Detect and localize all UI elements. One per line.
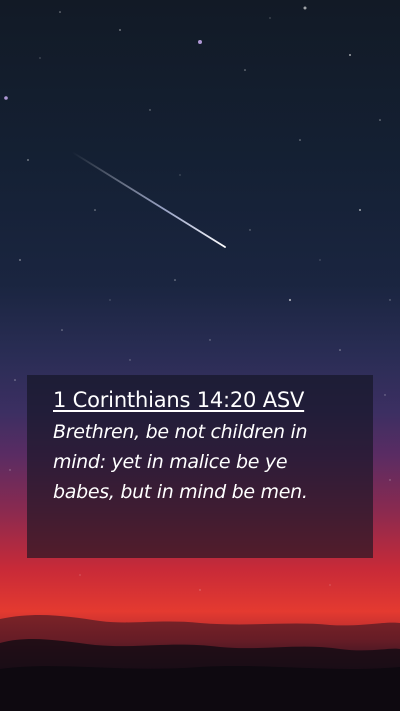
- verse-text: Brethren, be not children in mind: yet i…: [53, 421, 308, 503]
- horizon-silhouette: [0, 615, 400, 711]
- verse-card: 1 Corinthians 14:20 ASV Brethren, be not…: [27, 375, 373, 558]
- verse-reference: 1 Corinthians 14:20 ASV: [53, 388, 305, 412]
- wallpaper-scene: 1 Corinthians 14:20 ASV Brethren, be not…: [0, 0, 400, 711]
